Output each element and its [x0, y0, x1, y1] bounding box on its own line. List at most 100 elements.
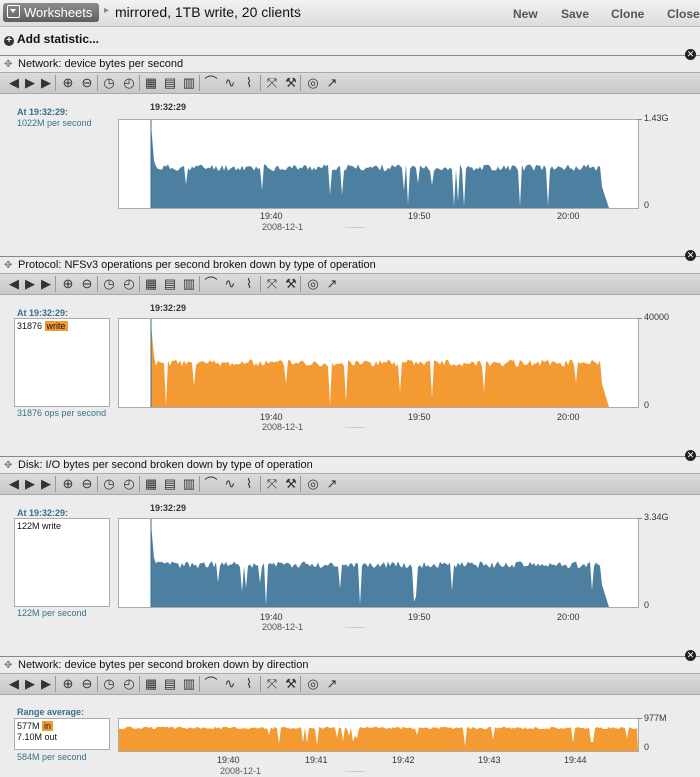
table2-icon[interactable]: ▤	[162, 676, 178, 692]
x-label: 19:40	[260, 211, 283, 221]
x-label: 19:42	[392, 755, 415, 765]
forward-icon[interactable]: ▶	[22, 276, 38, 292]
line-min-icon[interactable]: ⌒	[203, 676, 219, 692]
line-min-icon[interactable]: ⌒	[203, 276, 219, 292]
chart-plot[interactable]	[118, 718, 639, 752]
table3-icon[interactable]: ▥	[181, 676, 197, 692]
zoom-in-icon[interactable]: ⊕	[60, 476, 76, 492]
clock-sync-icon[interactable]: ◴	[121, 676, 137, 692]
drill-icon[interactable]: ⚒	[283, 276, 299, 292]
export-icon[interactable]: ↗	[324, 276, 340, 292]
line-avg-icon[interactable]: ∿	[222, 75, 238, 91]
play-icon[interactable]: ▶	[38, 476, 54, 492]
clock-icon[interactable]: ◷	[101, 676, 117, 692]
close-icon[interactable]: ✕	[685, 450, 696, 461]
zoom-out-icon[interactable]: ⊖	[79, 75, 95, 91]
shrink-icon[interactable]: ⤧	[264, 676, 280, 692]
zoom-in-icon[interactable]: ⊕	[60, 276, 76, 292]
play-icon[interactable]: ▶	[38, 75, 54, 91]
table-icon[interactable]: ▦	[143, 676, 159, 692]
play-icon[interactable]: ▶	[38, 276, 54, 292]
drill-icon[interactable]: ⚒	[283, 476, 299, 492]
line-max-icon[interactable]: ⌇	[241, 676, 257, 692]
new-button[interactable]: New	[513, 7, 538, 21]
close-button[interactable]: Close	[667, 7, 700, 21]
clock-sync-icon[interactable]: ◴	[121, 276, 137, 292]
time-scrubber[interactable]	[345, 627, 365, 628]
shrink-icon[interactable]: ⤧	[264, 75, 280, 91]
table3-icon[interactable]: ▥	[181, 276, 197, 292]
time-scrubber[interactable]	[345, 771, 365, 772]
line-min-icon[interactable]: ⌒	[203, 476, 219, 492]
table2-icon[interactable]: ▤	[162, 276, 178, 292]
export-icon[interactable]: ↗	[324, 476, 340, 492]
forward-icon[interactable]: ▶	[22, 75, 38, 91]
back-icon[interactable]: ◀	[6, 676, 22, 692]
zoom-out-icon[interactable]: ⊖	[79, 676, 95, 692]
export-icon[interactable]: ↗	[324, 676, 340, 692]
close-icon[interactable]: ✕	[685, 650, 696, 661]
table2-icon[interactable]: ▤	[162, 476, 178, 492]
line-avg-icon[interactable]: ∿	[222, 676, 238, 692]
clock-icon[interactable]: ◷	[101, 75, 117, 91]
color-wheel-icon[interactable]: ◎	[305, 476, 321, 492]
legend-row[interactable]: 31876 write	[17, 321, 68, 331]
legend-row[interactable]: 122M write	[17, 521, 61, 531]
move-icon[interactable]: ✥	[4, 660, 12, 671]
clock-icon[interactable]: ◷	[101, 276, 117, 292]
line-max-icon[interactable]: ⌇	[241, 75, 257, 91]
time-scrubber[interactable]	[345, 427, 365, 428]
line-min-icon[interactable]: ⌒	[203, 75, 219, 91]
line-max-icon[interactable]: ⌇	[241, 276, 257, 292]
color-wheel-icon[interactable]: ◎	[305, 75, 321, 91]
drill-icon[interactable]: ⚒	[283, 75, 299, 91]
table-icon[interactable]: ▦	[143, 276, 159, 292]
move-icon[interactable]: ✥	[4, 59, 12, 70]
color-wheel-icon[interactable]: ◎	[305, 276, 321, 292]
timestamp-label: 19:32:29	[150, 503, 187, 513]
zoom-out-icon[interactable]: ⊖	[79, 476, 95, 492]
zoom-in-icon[interactable]: ⊕	[60, 676, 76, 692]
worksheets-button[interactable]: Worksheets	[3, 3, 100, 22]
chart-plot[interactable]	[118, 119, 639, 209]
move-icon[interactable]: ✥	[4, 260, 12, 271]
export-icon[interactable]: ↗	[324, 75, 340, 91]
table-icon[interactable]: ▦	[143, 476, 159, 492]
clock-sync-icon[interactable]: ◴	[121, 476, 137, 492]
add-statistic-button[interactable]: + Add statistic...	[4, 32, 99, 46]
shrink-icon[interactable]: ⤧	[264, 476, 280, 492]
back-icon[interactable]: ◀	[6, 75, 22, 91]
chart-plot[interactable]	[118, 518, 639, 608]
zoom-in-icon[interactable]: ⊕	[60, 75, 76, 91]
chart-plot[interactable]	[118, 318, 639, 408]
legend-row[interactable]: 577M in	[17, 721, 54, 731]
play-icon[interactable]: ▶	[38, 676, 54, 692]
table2-icon[interactable]: ▤	[162, 75, 178, 91]
time-scrubber[interactable]	[345, 227, 365, 228]
clock-icon[interactable]: ◷	[101, 476, 117, 492]
save-button[interactable]: Save	[561, 7, 589, 21]
zoom-out-icon[interactable]: ⊖	[79, 276, 95, 292]
close-icon[interactable]: ✕	[685, 250, 696, 261]
table3-icon[interactable]: ▥	[181, 476, 197, 492]
table-icon[interactable]: ▦	[143, 75, 159, 91]
forward-icon[interactable]: ▶	[22, 676, 38, 692]
line-avg-icon[interactable]: ∿	[222, 476, 238, 492]
move-icon[interactable]: ✥	[4, 460, 12, 471]
drill-icon[interactable]: ⚒	[283, 676, 299, 692]
x-label: 19:40	[260, 412, 283, 422]
shrink-icon[interactable]: ⤧	[264, 276, 280, 292]
close-icon[interactable]: ✕	[685, 49, 696, 60]
table3-icon[interactable]: ▥	[181, 75, 197, 91]
back-icon[interactable]: ◀	[6, 476, 22, 492]
legend-row[interactable]: 7.10M out	[17, 732, 57, 742]
worksheet-title[interactable]: mirrored, 1TB write, 20 clients	[115, 4, 301, 20]
at-label: At 19:32:29:	[17, 107, 69, 117]
line-max-icon[interactable]: ⌇	[241, 476, 257, 492]
line-avg-icon[interactable]: ∿	[222, 276, 238, 292]
color-wheel-icon[interactable]: ◎	[305, 676, 321, 692]
back-icon[interactable]: ◀	[6, 276, 22, 292]
clone-button[interactable]: Clone	[611, 7, 644, 21]
clock-sync-icon[interactable]: ◴	[121, 75, 137, 91]
forward-icon[interactable]: ▶	[22, 476, 38, 492]
